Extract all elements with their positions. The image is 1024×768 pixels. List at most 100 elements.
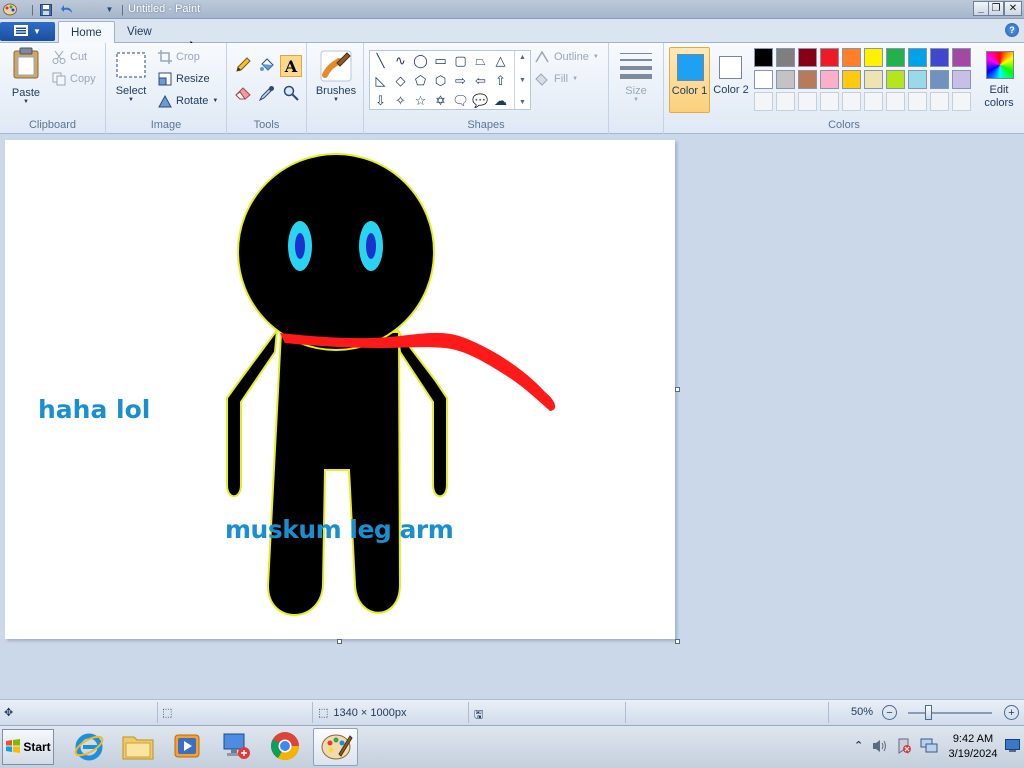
palette-color-swatch[interactable] <box>864 70 883 89</box>
custom-color-slot[interactable] <box>798 92 817 111</box>
size-button[interactable]: Size ▼ <box>615 51 657 103</box>
edit-colors-button[interactable]: Edit colors <box>976 47 1022 113</box>
palette-color-swatch[interactable] <box>930 70 949 89</box>
palette-color-swatch[interactable] <box>820 48 839 67</box>
save-icon[interactable] <box>38 2 53 17</box>
palette-color-swatch[interactable] <box>952 70 971 89</box>
palette-color-swatch[interactable] <box>908 70 927 89</box>
palette-color-swatch[interactable] <box>952 48 971 67</box>
custom-color-slot[interactable] <box>886 92 905 111</box>
show-desktop-icon[interactable] <box>1005 739 1020 756</box>
select-button[interactable]: Select ▼ <box>114 51 148 103</box>
shapes-scroll[interactable]: ▲ ▼ ▼ <box>514 51 530 109</box>
cloud-callout-shape[interactable]: ☁ <box>491 91 510 110</box>
resize-handle-right[interactable] <box>675 387 680 392</box>
cut-button[interactable]: Cut <box>52 50 87 64</box>
zoom-slider-track[interactable] <box>908 712 992 714</box>
palette-color-swatch[interactable] <box>842 48 861 67</box>
outline-button[interactable]: Outline ▼ <box>534 50 599 64</box>
custom-color-slot[interactable] <box>864 92 883 111</box>
custom-color-slot[interactable] <box>952 92 971 111</box>
custom-color-slot[interactable] <box>776 92 795 111</box>
undo-icon[interactable] <box>60 2 75 17</box>
palette-color-swatch[interactable] <box>864 48 883 67</box>
fill-button[interactable]: Fill ▼ <box>534 72 578 86</box>
up-arrow-shape[interactable]: ⇧ <box>491 71 510 90</box>
tab-view[interactable]: View <box>115 21 164 43</box>
custom-color-slot[interactable] <box>930 92 949 111</box>
resize-handle-corner[interactable] <box>675 639 680 644</box>
right-arrow-shape[interactable]: ⇨ <box>451 71 470 90</box>
palette-color-swatch[interactable] <box>842 70 861 89</box>
media-player-taskbar-button[interactable] <box>164 728 209 766</box>
minimize-button[interactable]: _ <box>973 1 989 16</box>
close-button[interactable]: ✕ <box>1004 1 1022 16</box>
copy-button[interactable]: Copy <box>52 72 96 86</box>
palette-color-swatch[interactable] <box>754 70 773 89</box>
show-hidden-icons-button[interactable]: ⌃ <box>854 739 863 752</box>
color1-button[interactable]: Color 1 <box>669 47 710 113</box>
zoom-in-button[interactable]: + <box>1004 705 1019 720</box>
down-arrow-shape[interactable]: ⇩ <box>371 91 390 110</box>
pentagon-shape[interactable]: ⬠ <box>411 71 430 90</box>
six-point-star-shape[interactable]: ✡ <box>431 91 450 110</box>
color2-button[interactable]: Color 2 <box>712 47 750 113</box>
palette-color-swatch[interactable] <box>776 48 795 67</box>
oval-shape[interactable]: ◯ <box>411 51 430 70</box>
zoom-out-button[interactable]: − <box>882 705 897 720</box>
color-picker-tool[interactable] <box>256 83 278 105</box>
rounded-callout-shape[interactable]: 🗨 <box>451 91 470 110</box>
custom-color-slot[interactable] <box>842 92 861 111</box>
text-tool[interactable]: A <box>280 55 302 77</box>
rotate-button[interactable]: Rotate ▼ <box>158 94 218 108</box>
help-icon[interactable]: ? <box>1005 23 1019 37</box>
palette-color-swatch[interactable] <box>754 48 773 67</box>
internet-explorer-taskbar-button[interactable] <box>66 728 111 766</box>
triangle-shape[interactable]: △ <box>491 51 510 70</box>
eraser-tool[interactable] <box>232 83 254 105</box>
pencil-tool[interactable] <box>232 55 254 77</box>
paint-app-icon[interactable] <box>2 2 17 17</box>
volume-icon[interactable] <box>872 738 888 757</box>
curve-shape[interactable]: ∿ <box>391 51 410 70</box>
network-icon[interactable] <box>920 738 938 757</box>
palette-color-swatch[interactable] <box>820 70 839 89</box>
rounded-rectangle-shape[interactable]: ▢ <box>451 51 470 70</box>
palette-color-swatch[interactable] <box>908 48 927 67</box>
oval-callout-shape[interactable]: 💬 <box>471 91 490 110</box>
palette-color-swatch[interactable] <box>886 48 905 67</box>
right-triangle-shape[interactable]: ◺ <box>371 71 390 90</box>
palette-color-swatch[interactable] <box>886 70 905 89</box>
line-shape[interactable]: ╲ <box>371 51 390 70</box>
custom-color-slot[interactable] <box>908 92 927 111</box>
rectangle-shape[interactable]: ▭ <box>431 51 450 70</box>
start-button[interactable]: Start <box>2 729 54 765</box>
network-manager-taskbar-button[interactable] <box>213 728 258 766</box>
fill-tool[interactable] <box>256 55 278 77</box>
redo-icon[interactable] <box>82 2 97 17</box>
custom-color-slot[interactable] <box>820 92 839 111</box>
file-explorer-taskbar-button[interactable] <box>115 728 160 766</box>
chrome-taskbar-button[interactable] <box>262 728 307 766</box>
palette-color-swatch[interactable] <box>776 70 795 89</box>
brushes-button[interactable]: Brushes ▼ <box>312 49 360 103</box>
palette-color-swatch[interactable] <box>798 48 817 67</box>
polygon-shape[interactable]: ⏢ <box>471 51 490 70</box>
zoom-slider-thumb[interactable] <box>925 705 932 720</box>
drawing-canvas[interactable]: haha lol muskum leg arm <box>5 140 675 639</box>
paste-button[interactable]: Paste ▼ <box>6 47 46 105</box>
left-arrow-shape[interactable]: ⇦ <box>471 71 490 90</box>
hexagon-shape[interactable]: ⬡ <box>431 71 450 90</box>
action-center-icon[interactable] <box>896 738 912 757</box>
five-point-star-shape[interactable]: ☆ <box>411 91 430 110</box>
paint-taskbar-button[interactable] <box>313 728 358 766</box>
restore-button[interactable]: ❐ <box>988 1 1004 16</box>
tab-home[interactable]: Home <box>58 21 115 43</box>
crop-button[interactable]: Crop <box>158 50 200 64</box>
palette-color-swatch[interactable] <box>798 70 817 89</box>
magnifier-tool[interactable] <box>280 83 302 105</box>
diamond-shape[interactable]: ◇ <box>391 71 410 90</box>
resize-button[interactable]: Resize <box>158 72 210 86</box>
palette-color-swatch[interactable] <box>930 48 949 67</box>
custom-color-slot[interactable] <box>754 92 773 111</box>
